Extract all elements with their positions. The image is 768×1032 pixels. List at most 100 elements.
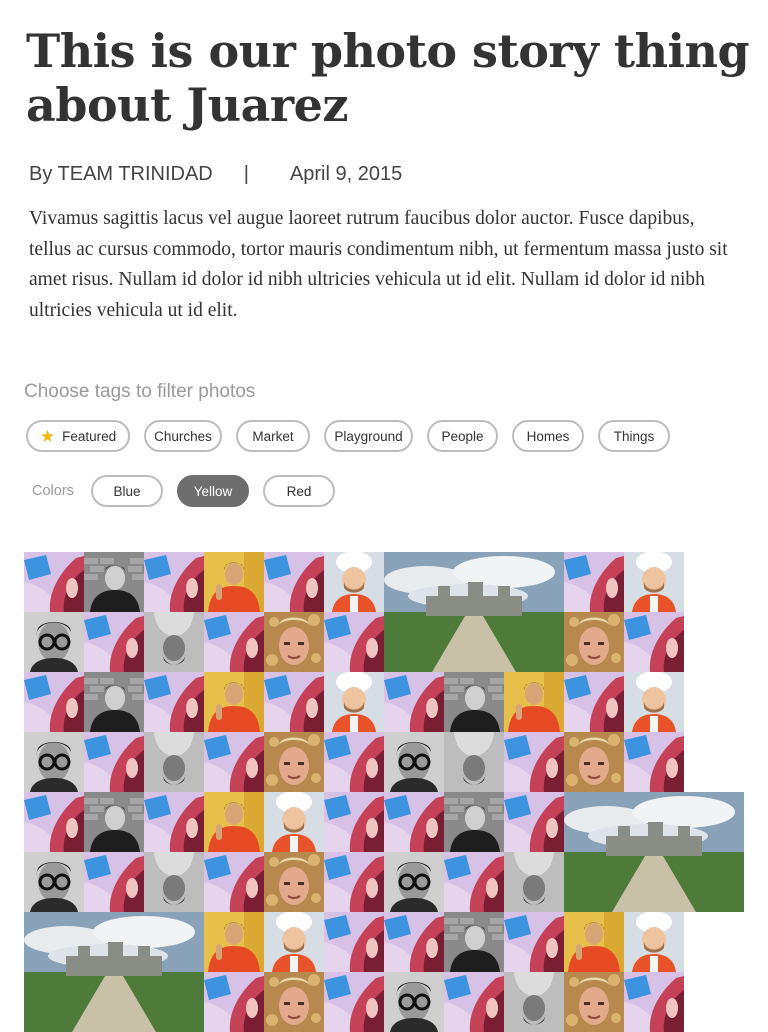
photo-tile-phone[interactable] — [84, 612, 144, 672]
photo-tile-phone[interactable] — [504, 732, 564, 792]
photo-tile-orange-man[interactable] — [204, 912, 264, 972]
photo-tile-phone[interactable] — [384, 792, 444, 852]
photo-tile-chef[interactable] — [624, 672, 684, 732]
photo-tile-orange-man[interactable] — [204, 552, 264, 612]
photo-tile-phone[interactable] — [324, 912, 384, 972]
photo-tile-upside-down[interactable] — [504, 852, 564, 912]
photo-tile-phone[interactable] — [324, 852, 384, 912]
photo-tile-phone[interactable] — [24, 552, 84, 612]
photo-tile-orange-man[interactable] — [204, 672, 264, 732]
photo-tile-phone[interactable] — [624, 612, 684, 672]
photo-tile-phone[interactable] — [204, 612, 264, 672]
photo-tile-castle[interactable] — [384, 552, 564, 672]
tag-label: Churches — [154, 428, 212, 444]
photo-tile-orange-man[interactable] — [564, 912, 624, 972]
photo-tile-glasses-man[interactable] — [24, 612, 84, 672]
color-yellow[interactable]: Yellow — [177, 475, 249, 507]
photo-tile-chef[interactable] — [324, 552, 384, 612]
photo-tile-phone[interactable] — [204, 852, 264, 912]
photo-tile-upside-down[interactable] — [144, 612, 204, 672]
tag-label: Things — [613, 428, 655, 444]
tag-churches[interactable]: Churches — [144, 420, 222, 452]
photo-tile-gold-man[interactable] — [564, 612, 624, 672]
photo-tile-phone[interactable] — [204, 732, 264, 792]
tag-label: Featured — [62, 428, 117, 444]
photo-tile-orange-man[interactable] — [504, 672, 564, 732]
photo-tile-phone[interactable] — [384, 912, 444, 972]
photo-tile-phone[interactable] — [144, 792, 204, 852]
photo-tile-phone[interactable] — [24, 792, 84, 852]
photo-tile-bw-man[interactable] — [84, 792, 144, 852]
photo-tile-phone[interactable] — [444, 972, 504, 1032]
color-label: Blue — [113, 483, 141, 499]
photo-tile-castle[interactable] — [564, 792, 744, 912]
photo-tile-bw-man[interactable] — [84, 552, 144, 612]
photo-tile-phone[interactable] — [384, 672, 444, 732]
article-title: This is our photo story thing about Juar… — [26, 24, 750, 132]
photo-tile-phone[interactable] — [324, 612, 384, 672]
tag-label: Playground — [334, 428, 403, 444]
photo-tile-glasses-man[interactable] — [24, 732, 84, 792]
photo-tile-gold-man[interactable] — [264, 852, 324, 912]
photo-tile-upside-down[interactable] — [504, 972, 564, 1032]
photo-tile-phone[interactable] — [144, 552, 204, 612]
tag-label: Homes — [526, 428, 570, 444]
photo-tile-chef[interactable] — [624, 912, 684, 972]
photo-tile-phone[interactable] — [24, 672, 84, 732]
color-label: Yellow — [193, 483, 233, 499]
publish-date: April 9, 2015 — [289, 163, 403, 185]
photo-tile-chef[interactable] — [324, 672, 384, 732]
photo-tile-phone[interactable] — [204, 972, 264, 1032]
tag-label: Market — [252, 428, 294, 444]
color-blue[interactable]: Blue — [91, 475, 163, 507]
photo-tile-orange-man[interactable] — [204, 792, 264, 852]
photo-tile-chef[interactable] — [264, 792, 324, 852]
tag-filters: ★ Featured Churches Market Playground Peo… — [26, 420, 684, 452]
tag-things[interactable]: Things — [598, 420, 670, 452]
photo-tile-phone[interactable] — [504, 912, 564, 972]
photo-tile-phone[interactable] — [264, 552, 324, 612]
photo-tile-gold-man[interactable] — [564, 732, 624, 792]
photo-tile-upside-down[interactable] — [144, 732, 204, 792]
photo-tile-phone[interactable] — [444, 852, 504, 912]
photo-tile-gold-man[interactable] — [264, 612, 324, 672]
photo-tile-glasses-man[interactable] — [384, 852, 444, 912]
filter-heading: Choose tags to filter photos — [24, 381, 256, 402]
photo-tile-chef[interactable] — [264, 912, 324, 972]
photo-tile-phone[interactable] — [144, 672, 204, 732]
photo-tile-phone[interactable] — [84, 732, 144, 792]
photo-tile-gold-man[interactable] — [264, 972, 324, 1032]
photo-tile-upside-down[interactable] — [444, 732, 504, 792]
tag-homes[interactable]: Homes — [512, 420, 584, 452]
tag-people[interactable]: People — [427, 420, 498, 452]
color-red[interactable]: Red — [263, 475, 335, 507]
photo-tile-glasses-man[interactable] — [24, 852, 84, 912]
photo-tile-chef[interactable] — [624, 552, 684, 612]
tag-market[interactable]: Market — [236, 420, 310, 452]
color-filters: Colors Blue Yellow Red — [32, 475, 349, 507]
photo-tile-phone[interactable] — [564, 672, 624, 732]
photo-tile-phone[interactable] — [624, 732, 684, 792]
photo-tile-phone[interactable] — [324, 792, 384, 852]
colors-label: Colors — [32, 483, 74, 499]
photo-tile-bw-man[interactable] — [444, 672, 504, 732]
photo-tile-bw-man[interactable] — [444, 912, 504, 972]
photo-tile-glasses-man[interactable] — [384, 972, 444, 1032]
tag-playground[interactable]: Playground — [324, 420, 413, 452]
byline: By TEAM TRINIDAD | April 9, 2015 — [29, 160, 402, 188]
photo-tile-bw-man[interactable] — [84, 672, 144, 732]
photo-tile-phone[interactable] — [504, 792, 564, 852]
photo-tile-upside-down[interactable] — [144, 852, 204, 912]
photo-tile-phone[interactable] — [324, 732, 384, 792]
photo-tile-phone[interactable] — [624, 972, 684, 1032]
photo-tile-phone[interactable] — [324, 972, 384, 1032]
photo-tile-bw-man[interactable] — [444, 792, 504, 852]
photo-tile-castle[interactable] — [24, 912, 204, 1032]
photo-tile-phone[interactable] — [84, 852, 144, 912]
photo-tile-gold-man[interactable] — [564, 972, 624, 1032]
photo-tile-glasses-man[interactable] — [384, 732, 444, 792]
photo-tile-gold-man[interactable] — [264, 732, 324, 792]
tag-featured[interactable]: ★ Featured — [26, 420, 130, 452]
photo-tile-phone[interactable] — [264, 672, 324, 732]
photo-tile-phone[interactable] — [564, 552, 624, 612]
